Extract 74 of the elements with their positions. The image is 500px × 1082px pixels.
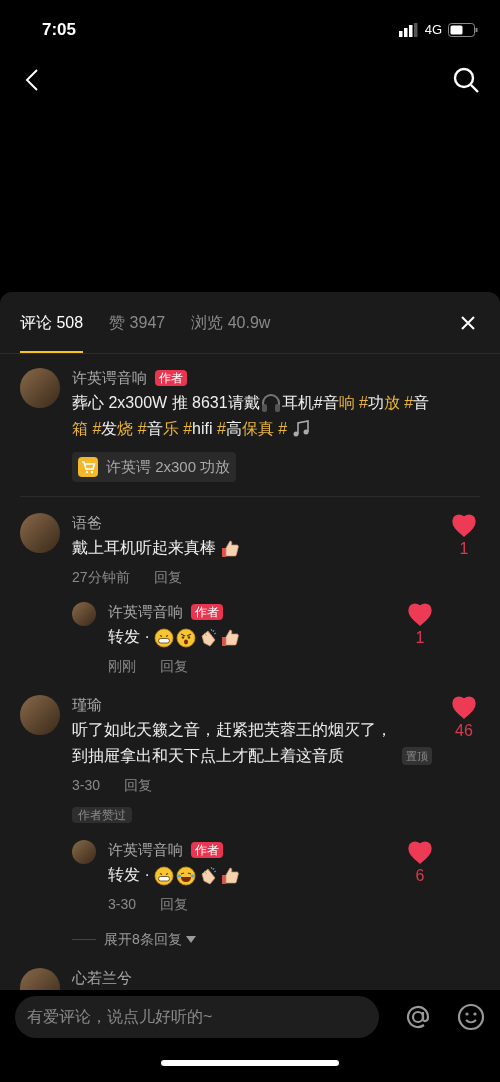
- username[interactable]: 许英谔音响: [108, 600, 183, 624]
- keyword-text: 保真 #: [241, 419, 288, 439]
- keyword-text: 响 #: [338, 393, 368, 413]
- comment-time: 3-30: [72, 776, 101, 795]
- avatar[interactable]: [72, 602, 96, 626]
- username[interactable]: 许英谔音响: [72, 366, 147, 390]
- caption-text: hifi: [192, 419, 213, 439]
- pinned-badge: 置顶: [402, 747, 432, 765]
- caption-text: 葬心 2x300W 推 8631请戴: [72, 393, 260, 413]
- caret-icon: [185, 935, 196, 944]
- caption-text: 发: [101, 419, 118, 439]
- avatar[interactable]: [20, 695, 60, 735]
- network-label: 4G: [424, 21, 442, 40]
- username[interactable]: 心若兰兮: [72, 966, 132, 990]
- emoji-button[interactable]: [457, 1003, 485, 1031]
- username[interactable]: 语爸: [72, 511, 102, 535]
- keyword-text: 烧 #: [117, 419, 147, 439]
- shopping-cart-icon: [78, 457, 98, 477]
- reply-link[interactable]: 回复: [153, 567, 182, 588]
- tab[interactable]: 浏览 40.9w: [191, 311, 271, 353]
- keyword-text: 放 #: [383, 393, 414, 413]
- author-badge: 作者: [191, 842, 223, 858]
- comment-text: 转发 ·: [108, 865, 150, 885]
- like-count: 1: [415, 628, 425, 648]
- music-note-icon: [291, 419, 312, 439]
- tab[interactable]: 赞 3947: [109, 311, 166, 353]
- product-link[interactable]: 许英谔 2x300 功放: [72, 452, 237, 482]
- thumbs-up-icon: [220, 538, 240, 559]
- like-heart-icon[interactable]: [451, 695, 477, 719]
- caption-text: 耳机#音: [281, 393, 339, 413]
- comment-text: 听了如此天籁之音，赶紧把芙蓉王的烟灭了，到抽屉拿出和天下点上才配上着这音质: [72, 720, 393, 766]
- comment-time: 刚刚: [108, 657, 136, 676]
- comment-time: 27分钟前: [72, 568, 130, 587]
- signal-icon: [398, 23, 419, 37]
- grinning-face-icon: [153, 865, 174, 886]
- avatar[interactable]: [72, 840, 96, 864]
- avatar[interactable]: [20, 513, 60, 553]
- tab[interactable]: 评论 508: [20, 311, 84, 353]
- caption-text: 音: [413, 393, 430, 413]
- battery-icon: [448, 23, 478, 37]
- avatar[interactable]: [20, 368, 60, 408]
- author-badge: 作者: [155, 370, 187, 386]
- keyword-text: 乐 #: [162, 419, 193, 439]
- caption-text: 功: [367, 393, 384, 413]
- reply-link[interactable]: 回复: [160, 894, 189, 915]
- like-count: 1: [459, 539, 469, 559]
- comment-text: 戴上耳机听起来真棒: [72, 538, 216, 558]
- caption-text: 音: [146, 419, 163, 439]
- thumbs-up-icon: [219, 627, 240, 648]
- like-heart-icon[interactable]: [451, 513, 477, 537]
- headphones-icon: [259, 393, 282, 413]
- like-heart-icon[interactable]: [407, 602, 433, 626]
- angry-face-icon: [175, 627, 196, 648]
- comment-input[interactable]: 有爱评论，说点儿好听的~: [15, 996, 379, 1038]
- like-heart-icon[interactable]: [407, 840, 433, 864]
- author-badge: 作者: [191, 604, 223, 620]
- thumbs-up-icon: [219, 865, 240, 886]
- username[interactable]: 瑾瑜: [72, 693, 102, 717]
- expand-replies-button[interactable]: 展开8条回复: [104, 929, 196, 950]
- reply-link[interactable]: 回复: [124, 775, 153, 796]
- like-count: 46: [455, 721, 473, 741]
- keyword-text: 箱 #: [72, 419, 102, 439]
- reply-link[interactable]: 回复: [160, 656, 188, 677]
- keyword-text: #: [215, 419, 226, 439]
- author-liked-tag: 作者赞过: [72, 807, 132, 823]
- search-button[interactable]: [452, 66, 480, 94]
- like-count: 6: [415, 866, 425, 886]
- username[interactable]: 许英谔音响: [108, 838, 183, 862]
- comment-text: 转发 ·: [108, 627, 150, 647]
- grinning-face-icon: [153, 627, 174, 648]
- caption-text: 高: [225, 419, 242, 439]
- status-time: 7:05: [42, 19, 77, 42]
- comment-time: 3-30: [108, 895, 137, 914]
- laughing-face-icon: [175, 865, 196, 886]
